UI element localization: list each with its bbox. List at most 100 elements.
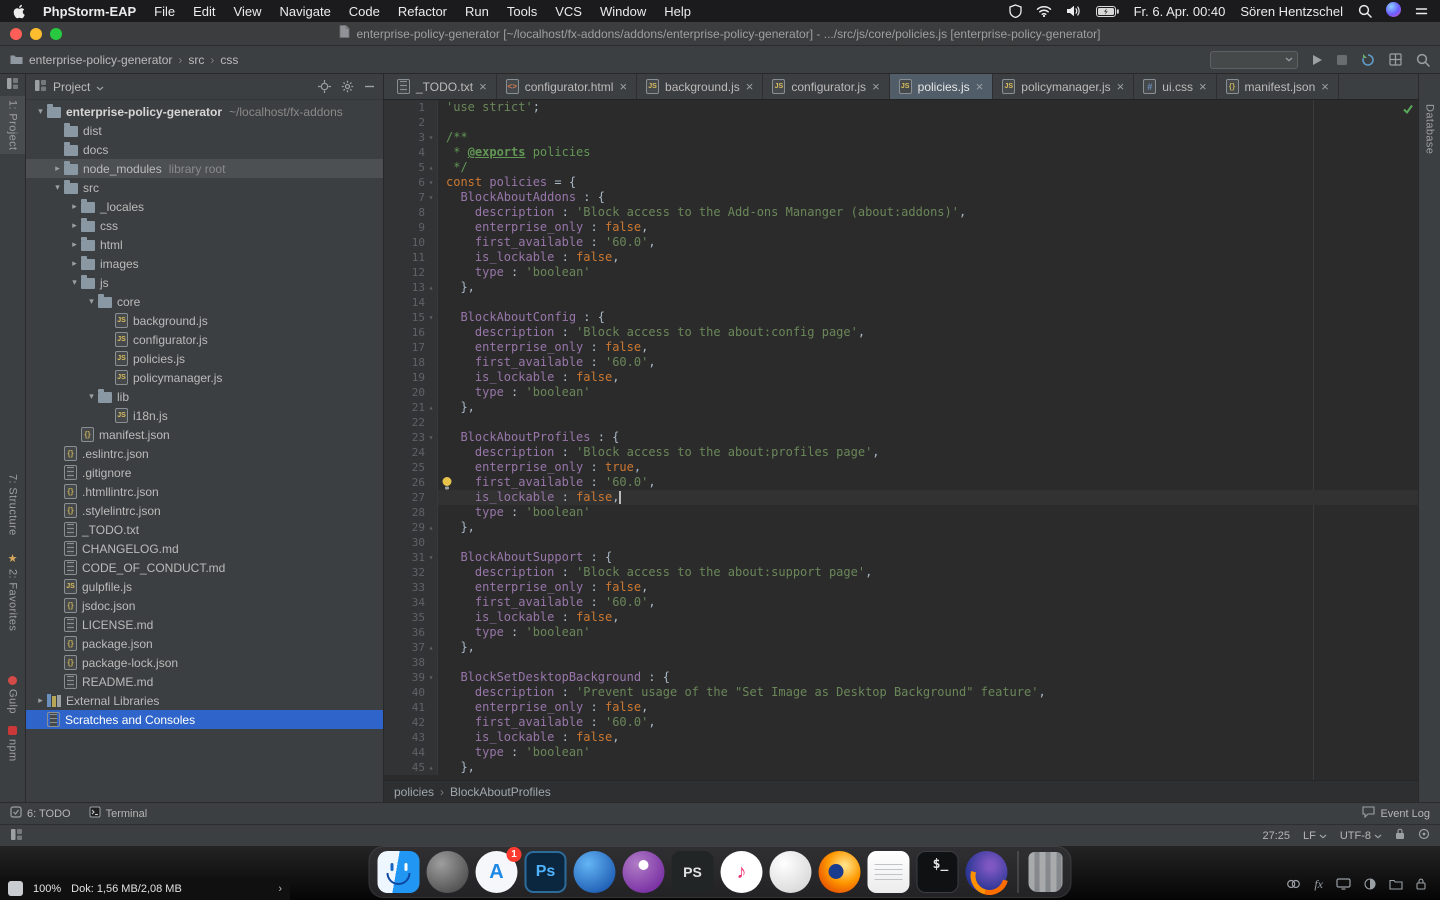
gutter[interactable]: 37▴	[384, 640, 438, 655]
dock-textedit-icon[interactable]	[868, 851, 910, 893]
code-text-area[interactable]: enterprise_only : false,	[438, 340, 1418, 355]
code-line-8[interactable]: 8 description : 'Block access to the Add…	[384, 205, 1418, 220]
code-line-14[interactable]: 14	[384, 295, 1418, 310]
chevron-down-icon[interactable]: ▾	[34, 106, 47, 117]
tree-item-node-modules[interactable]: ▸node_moduleslibrary root	[26, 159, 383, 178]
fold-marker-icon[interactable]: ▾	[425, 133, 437, 142]
tab-configurator-js[interactable]: JSconfigurator.js×	[763, 74, 889, 99]
code-text-area[interactable]: },	[438, 400, 1418, 415]
dock-finder-icon[interactable]	[378, 851, 420, 893]
gutter[interactable]: 45▴	[384, 760, 438, 775]
tree-item-docs[interactable]: docs	[26, 140, 383, 159]
intention-bulb-icon[interactable]	[441, 476, 453, 493]
fold-marker-icon[interactable]: ▴	[425, 283, 437, 292]
close-button[interactable]	[10, 28, 22, 40]
tree-item-scratches-and-consoles[interactable]: Scratches and Consoles	[26, 710, 383, 729]
code-line-18[interactable]: 18 first_available : '60.0',	[384, 355, 1418, 370]
tab-background-js[interactable]: JSbackground.js×	[637, 74, 763, 99]
code-line-10[interactable]: 10 first_available : '60.0',	[384, 235, 1418, 250]
code-text-area[interactable]: type : 'boolean'	[438, 745, 1418, 760]
tab-ui-css[interactable]: #ui.css×	[1134, 74, 1216, 99]
tree-item-background-js[interactable]: JSbackground.js	[26, 311, 383, 330]
code-text-area[interactable]: /**	[438, 130, 1418, 145]
chevron-right-icon[interactable]: ▸	[68, 258, 81, 269]
chevron-right-icon[interactable]: ▸	[68, 201, 81, 212]
highlighting-level-icon[interactable]	[1418, 828, 1430, 843]
folder-small-icon[interactable]	[1389, 879, 1403, 890]
close-tab-icon[interactable]: ×	[1199, 80, 1207, 93]
tool-window-switcher-icon[interactable]	[0, 77, 25, 90]
contrast-icon[interactable]	[1364, 878, 1376, 890]
code-text-area[interactable]: first_available : '60.0',	[438, 355, 1418, 370]
code-line-4[interactable]: 4 * @exports policies	[384, 145, 1418, 160]
document-proxy-icon[interactable]	[339, 25, 350, 43]
code-line-12[interactable]: 12 type : 'boolean'	[384, 265, 1418, 280]
tree-item-locales[interactable]: ▸_locales	[26, 197, 383, 216]
close-tab-icon[interactable]: ×	[872, 80, 880, 93]
code-text-area[interactable]: first_available : '60.0',	[438, 595, 1418, 610]
code-text-area[interactable]: BlockAboutConfig : {	[438, 310, 1418, 325]
fold-marker-icon[interactable]: ▾	[425, 193, 437, 202]
widget-app-icon[interactable]	[8, 881, 23, 896]
code-line-43[interactable]: 43 is_lockable : false,	[384, 730, 1418, 745]
code-line-17[interactable]: 17 enterprise_only : false,	[384, 340, 1418, 355]
gutter[interactable]: 23▾	[384, 430, 438, 445]
tool-button-structure[interactable]: 7: Structure	[0, 474, 25, 536]
display-icon[interactable]	[1336, 878, 1351, 890]
gutter[interactable]: 41	[384, 700, 438, 715]
menu-item-view[interactable]: View	[234, 4, 262, 19]
dock-firefox-icon[interactable]	[819, 851, 861, 893]
gutter[interactable]: 26	[384, 475, 438, 490]
code-text-area[interactable]: is_lockable : false,	[438, 610, 1418, 625]
tool-button-todo[interactable]: 6: TODO	[10, 806, 71, 821]
dock-photoshop-icon[interactable]: Ps	[525, 851, 567, 893]
tool-button-terminal[interactable]: Terminal	[89, 806, 148, 821]
code-line-34[interactable]: 34 first_available : '60.0',	[384, 595, 1418, 610]
tree-item-external-libraries[interactable]: ▸External Libraries	[26, 691, 383, 710]
chevron-right-icon[interactable]: ▸	[68, 239, 81, 250]
tree-item-lib[interactable]: ▾lib	[26, 387, 383, 406]
code-line-29[interactable]: 29▴ },	[384, 520, 1418, 535]
tool-button-npm[interactable]: npm	[0, 726, 25, 762]
code-line-13[interactable]: 13▴ },	[384, 280, 1418, 295]
breadcrumb-src[interactable]: src	[188, 53, 204, 67]
tool-button-database[interactable]: Database	[1419, 104, 1440, 154]
gutter[interactable]: 31▾	[384, 550, 438, 565]
chevron-down-icon[interactable]: ▾	[68, 277, 81, 288]
code-line-30[interactable]: 30	[384, 535, 1418, 550]
tab-configurator-html[interactable]: <>configurator.html×	[497, 74, 637, 99]
code-text-area[interactable]: enterprise_only : false,	[438, 580, 1418, 595]
dock-app-purple-icon[interactable]	[623, 851, 665, 893]
code-text-area[interactable]: * @exports policies	[438, 145, 1418, 160]
fold-marker-icon[interactable]: ▴	[425, 523, 437, 532]
gutter[interactable]: 25	[384, 460, 438, 475]
menu-item-navigate[interactable]: Navigate	[279, 4, 330, 19]
code-line-2[interactable]: 2	[384, 115, 1418, 130]
tree-item-package-lock-json[interactable]: {}package-lock.json	[26, 653, 383, 672]
code-line-39[interactable]: 39▾ BlockSetDesktopBackground : {	[384, 670, 1418, 685]
hide-icon[interactable]	[364, 81, 375, 92]
code-text-area[interactable]	[438, 655, 1418, 670]
fold-marker-icon[interactable]: ▴	[425, 163, 437, 172]
gutter[interactable]: 13▴	[384, 280, 438, 295]
tree-item-stylelintrc-json[interactable]: {}.stylelintrc.json	[26, 501, 383, 520]
code-text-area[interactable]: },	[438, 760, 1418, 775]
code-text-area[interactable]	[438, 115, 1418, 130]
code-line-40[interactable]: 40 description : 'Prevent usage of the "…	[384, 685, 1418, 700]
tab-policymanager-js[interactable]: JSpolicymanager.js×	[993, 74, 1134, 99]
code-line-35[interactable]: 35 is_lockable : false,	[384, 610, 1418, 625]
code-text-area[interactable]: },	[438, 640, 1418, 655]
code-line-37[interactable]: 37▴ },	[384, 640, 1418, 655]
tab-policies-js[interactable]: JSpolicies.js×	[890, 74, 994, 99]
code-text-area[interactable]: first_available : '60.0',	[438, 235, 1418, 250]
dock-app-store-icon[interactable]: A1	[476, 851, 518, 893]
gutter[interactable]: 5▴	[384, 160, 438, 175]
gutter[interactable]: 21▴	[384, 400, 438, 415]
tree-item-html[interactable]: ▸html	[26, 235, 383, 254]
gutter[interactable]: 35	[384, 610, 438, 625]
menu-item-tools[interactable]: Tools	[507, 4, 537, 19]
chevron-right-icon[interactable]: ›	[278, 883, 282, 895]
code-line-3[interactable]: 3▾/**	[384, 130, 1418, 145]
tree-item-policymanager-js[interactable]: JSpolicymanager.js	[26, 368, 383, 387]
code-line-42[interactable]: 42 first_available : '60.0',	[384, 715, 1418, 730]
